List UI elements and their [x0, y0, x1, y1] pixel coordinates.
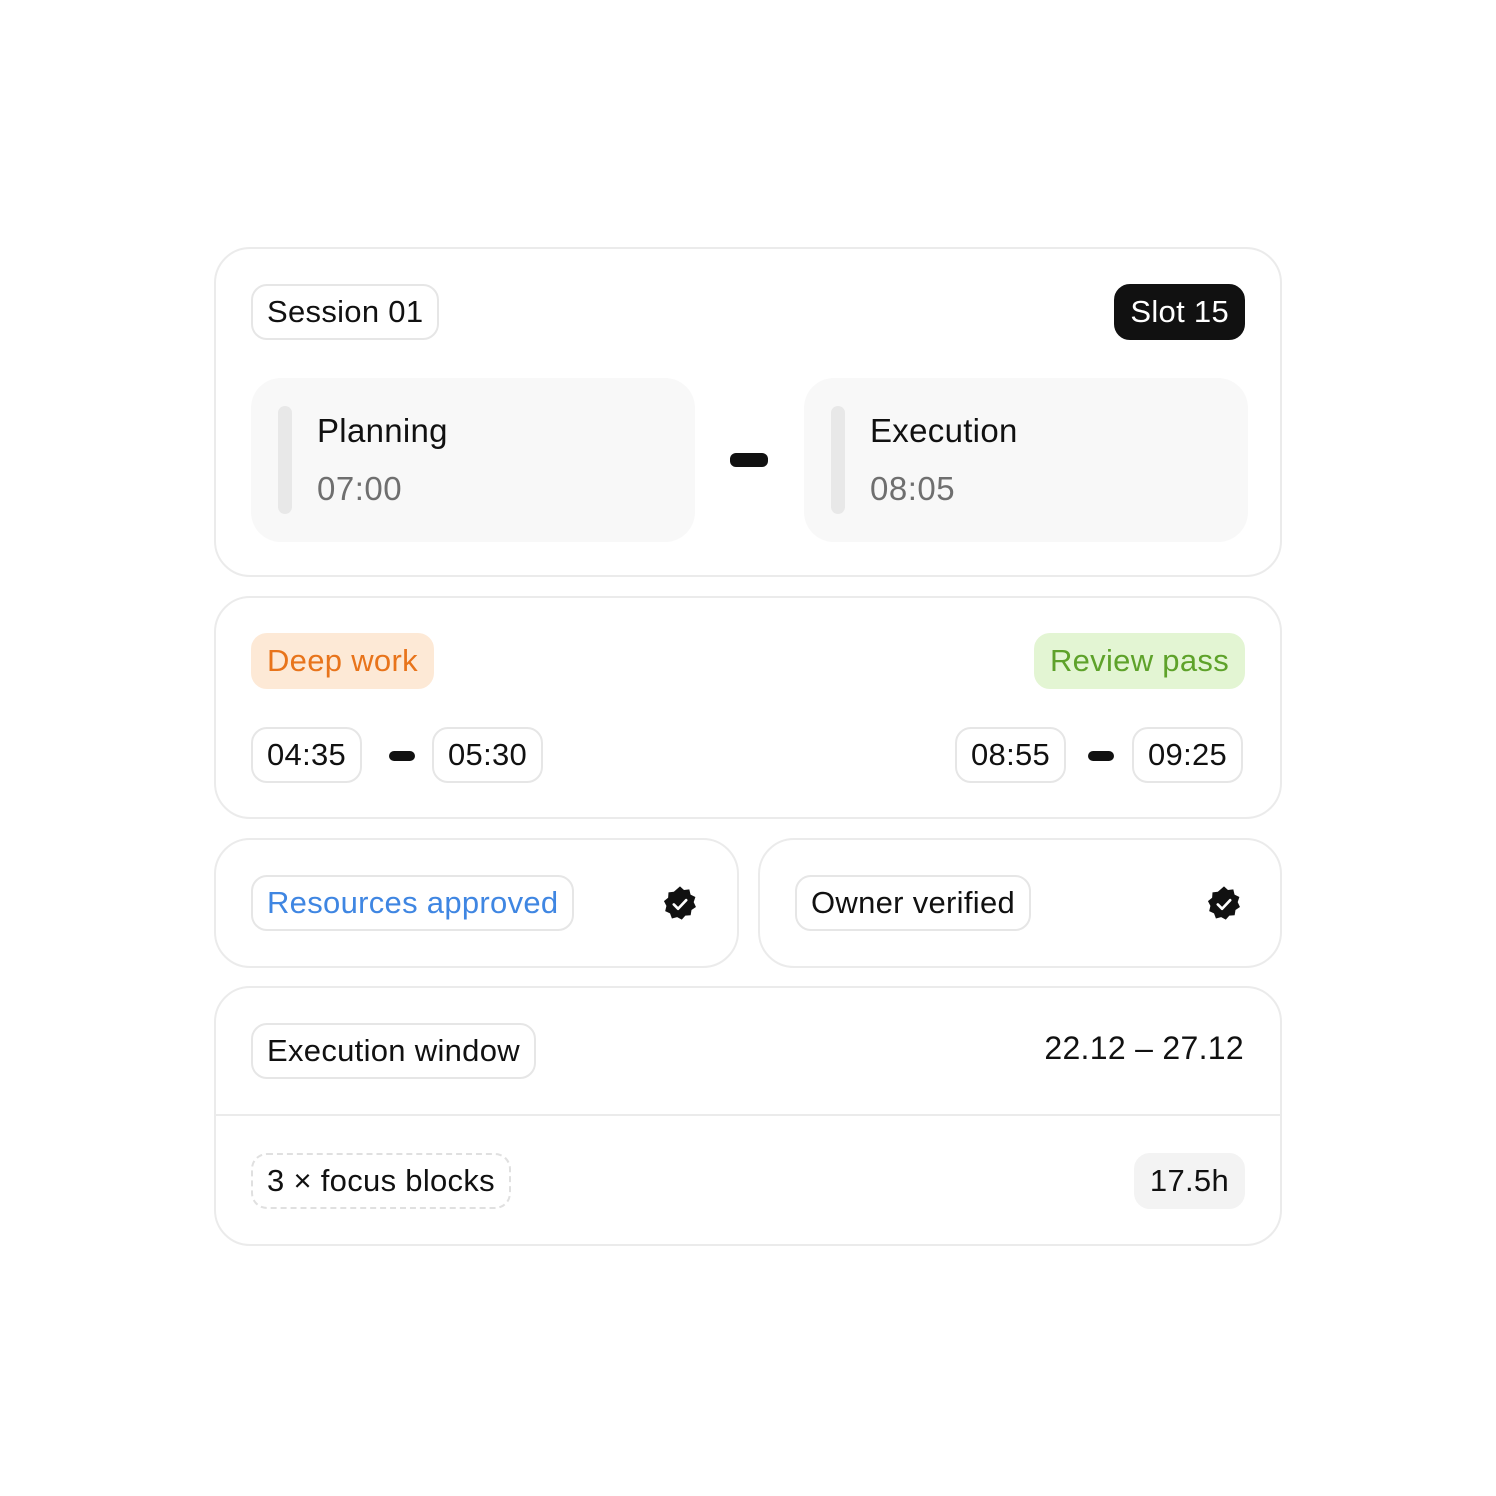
stage-name: Execution: [870, 412, 1018, 449]
review-start-time[interactable]: 08:55: [955, 727, 1067, 783]
range-separator: [389, 751, 415, 761]
review-end-time[interactable]: 09:25: [1132, 727, 1244, 783]
execution-window-dates: 22.12 – 27.12: [1044, 1030, 1244, 1066]
stage-name: Planning: [317, 412, 448, 449]
row-divider: [216, 1114, 1280, 1116]
review-pass-tag: Review pass: [1033, 633, 1245, 689]
owner-card: Owner verified: [758, 838, 1282, 968]
blocks-card: Deep work Review pass 04:35 05:30 08:55 …: [214, 596, 1282, 819]
resources-approved-label: Resources approved: [251, 875, 575, 931]
verified-badge-icon: [1207, 886, 1240, 920]
execution-window-label: Execution window: [251, 1023, 536, 1079]
slot-badge: Slot 15: [1114, 284, 1245, 340]
stage-indicator: [278, 406, 292, 514]
deep-work-tag: Deep work: [251, 633, 434, 689]
focus-blocks-label: 3 × focus blocks: [251, 1153, 511, 1209]
resources-card: Resources approved: [214, 838, 739, 968]
execution-window-card: Execution window 22.12 – 27.12 3 × focus…: [214, 986, 1282, 1246]
stage-time: 08:05: [870, 470, 956, 507]
stage-planning[interactable]: Planning 07:00: [251, 378, 695, 542]
session-label: Session 01: [251, 284, 440, 340]
deep-work-start-time[interactable]: 04:35: [251, 727, 363, 783]
session-card: Session 01 Slot 15 Planning 07:00 Execut…: [214, 247, 1282, 577]
stage-time: 07:00: [317, 470, 403, 507]
stage-execution[interactable]: Execution 08:05: [804, 378, 1248, 542]
verified-badge-icon: [663, 886, 696, 920]
owner-verified-label: Owner verified: [795, 875, 1032, 931]
range-separator: [730, 453, 768, 467]
deep-work-end-time[interactable]: 05:30: [432, 727, 544, 783]
range-separator: [1088, 751, 1114, 761]
stage-indicator: [831, 406, 845, 514]
total-hours-badge: 17.5h: [1133, 1153, 1245, 1209]
